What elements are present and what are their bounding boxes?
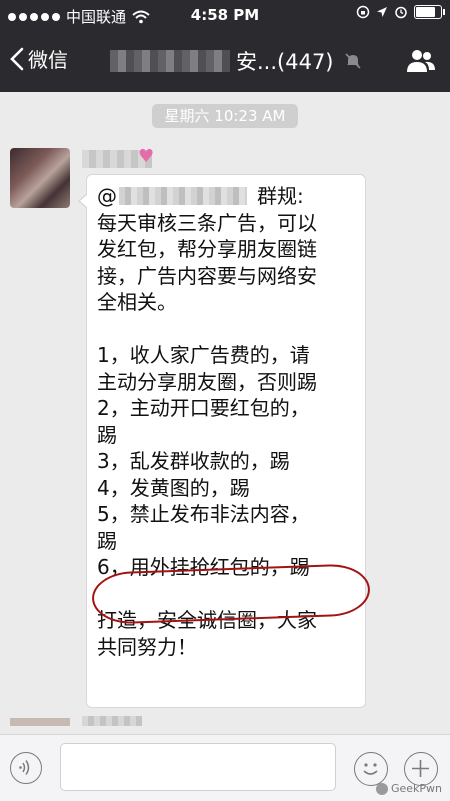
input-bar: GeekPwn: [0, 734, 450, 801]
message-line: 共同努力！: [97, 634, 197, 659]
emoji-icon: [363, 763, 378, 775]
voice-button[interactable]: [10, 752, 42, 784]
message-line: 接，广告内容要与网络安: [97, 263, 317, 288]
nav-bar: 微信 安...(447): [0, 32, 450, 92]
message-line: 踢: [97, 528, 117, 553]
location-icon: [377, 7, 387, 17]
mention-prefix: @: [97, 184, 117, 208]
blurred-group-name: [110, 50, 230, 72]
back-button[interactable]: 微信: [10, 44, 68, 73]
message-bubble[interactable]: @ 群规: 每天审核三条广告，可以 发红包，帮分享朋友圈链 接，广告内容要与网络…: [78, 174, 366, 708]
status-bar: 中国联通 4:58 PM: [0, 0, 450, 32]
message-line: 踢: [97, 422, 117, 447]
watermark-text: GeekPwn: [390, 782, 442, 795]
sender-avatar[interactable]: [10, 148, 70, 208]
next-sender-avatar[interactable]: [10, 718, 70, 726]
message-line: 3，乱发群收款的，踢: [97, 449, 290, 473]
more-button[interactable]: [404, 752, 438, 786]
message-line: 1，收人家广告费的，请: [97, 343, 310, 367]
watermark-logo-icon: [375, 782, 388, 795]
heart-icon: ♥: [138, 146, 155, 167]
message-timestamp: 星期六 10:23 AM: [152, 104, 298, 128]
emoji-button[interactable]: [354, 752, 388, 786]
chat-title-text: 安...(447): [236, 50, 334, 74]
message-line: 5，禁止发布非法内容，: [97, 502, 310, 526]
battery-icon: [414, 5, 445, 19]
rules-label: 群规:: [257, 184, 304, 208]
alarm-icon: [395, 6, 407, 19]
blurred-next-sender-name: [82, 716, 142, 726]
watermark: GeekPwn: [375, 782, 442, 795]
rotation-lock-icon: [356, 5, 370, 19]
group-members-icon[interactable]: [406, 48, 436, 74]
chat-title: 安...(447): [110, 46, 362, 76]
message-line: 4，发黄图的，踢: [97, 475, 250, 500]
blurred-mention: [119, 187, 247, 206]
mute-icon: [344, 53, 361, 69]
back-label: 微信: [28, 48, 68, 72]
message-input[interactable]: [60, 743, 336, 791]
voice-icon: [19, 760, 30, 775]
message-line: 主动分享朋友圈，否则踢: [97, 369, 317, 394]
plus-icon: [412, 760, 429, 777]
message-line: 发红包，帮分享朋友圈链: [97, 237, 317, 261]
highlight-circle: [91, 563, 371, 625]
message-line: 全相关。: [97, 290, 177, 314]
message-line: 2，主动开口要红包的，: [97, 396, 310, 420]
chevron-left-icon: [10, 47, 24, 70]
message-line: 每天审核三条广告，可以: [97, 210, 317, 235]
top-bar: 中国联通 4:58 PM 微信 安...(447): [0, 0, 450, 92]
mention-line: @ 群规:: [97, 183, 359, 210]
